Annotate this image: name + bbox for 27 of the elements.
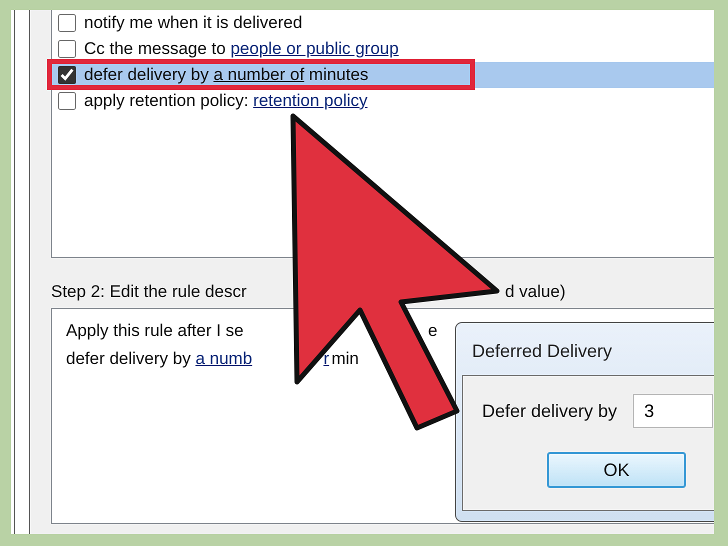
rule-text: notify me when it is delivered — [84, 13, 302, 32]
number-field[interactable]: 3 — [633, 394, 714, 428]
list-row[interactable]: notify me when it is delivered — [52, 10, 714, 36]
description-text: min — [331, 349, 359, 368]
link[interactable]: people or public group — [230, 39, 399, 58]
rule-text: Cc the message to — [84, 39, 227, 58]
description-text: e — [428, 321, 438, 340]
ok-button[interactable]: OK — [547, 452, 686, 488]
link[interactable]: a number of — [213, 65, 304, 84]
description-text: Apply this rule after I se — [66, 321, 244, 340]
list-row[interactable]: apply retention policy: retention policy — [52, 88, 714, 114]
description-text: defer delivery by — [66, 349, 192, 368]
section-label: d value) — [505, 282, 566, 301]
list-row[interactable]: Cc the message to people or public group — [52, 36, 714, 62]
rule-text: apply retention policy: — [84, 91, 250, 110]
link[interactable]: a numb — [195, 349, 252, 368]
field-label: Defer delivery by — [482, 400, 618, 422]
checkbox[interactable] — [58, 92, 76, 110]
link[interactable]: retention policy — [253, 91, 368, 110]
dialog-title: Deferred Delivery — [471, 340, 614, 363]
link[interactable]: r — [323, 349, 330, 368]
checkbox[interactable] — [58, 40, 76, 58]
rule-text: minutes — [308, 65, 368, 84]
rule-text: defer delivery by — [84, 65, 210, 84]
section-label: Step 2: Edit the rule descr — [51, 282, 247, 301]
checkbox[interactable] — [58, 66, 76, 84]
checkbox[interactable] — [58, 14, 76, 32]
